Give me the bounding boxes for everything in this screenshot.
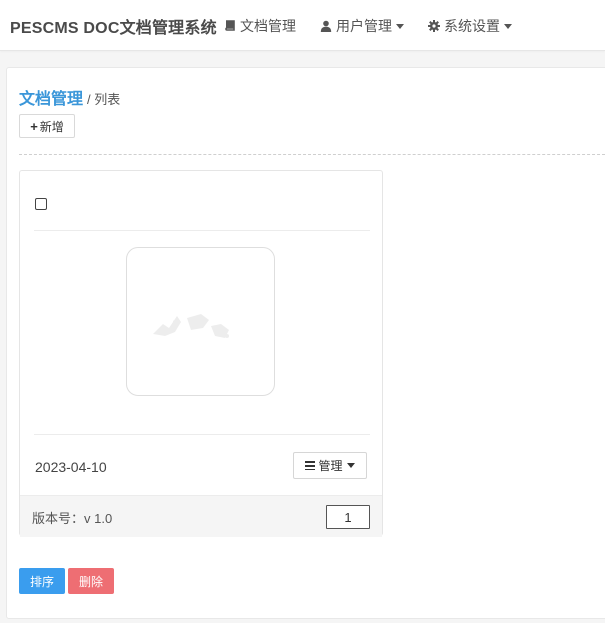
delete-button[interactable]: 删除 [68, 568, 114, 594]
gear-icon [428, 20, 440, 32]
caret-down-icon [396, 24, 404, 29]
add-button-label: 新增 [39, 119, 64, 134]
book-icon [225, 20, 235, 31]
top-navbar: PESCMS DOC文档管理系统 文档管理 用户管理 系统设置 [0, 0, 605, 51]
nav-item-label: 系统设置 [444, 18, 500, 34]
sort-button[interactable]: 排序 [19, 568, 65, 594]
version-label: 版本号：v 1.0 [32, 511, 113, 526]
user-icon [320, 20, 332, 32]
nav-item-users[interactable]: 用户管理 [320, 16, 404, 36]
document-thumbnail[interactable] [126, 247, 275, 396]
plus-icon: + [30, 118, 38, 134]
thumbnail-image [153, 314, 229, 338]
breadcrumb-current: / 列表 [87, 92, 121, 107]
manage-button-label: 管理 [318, 459, 343, 473]
document-date: 2023-04-10 [35, 459, 107, 475]
card-divider [34, 434, 370, 435]
manage-dropdown-button[interactable]: 管理 [293, 452, 367, 479]
breadcrumb-main-link[interactable]: 文档管理 [19, 91, 83, 108]
card-divider [34, 230, 370, 231]
card-footer: 版本号：v 1.0 [20, 495, 382, 537]
menu-icon [305, 461, 316, 470]
divider [19, 154, 605, 155]
nav-item-documents[interactable]: 文档管理 [224, 16, 296, 36]
select-checkbox[interactable] [35, 198, 47, 210]
nav-item-label: 文档管理 [240, 18, 296, 34]
nav-item-label: 用户管理 [336, 18, 392, 34]
add-button[interactable]: + 新增 [19, 114, 75, 138]
sort-order-input[interactable] [326, 505, 370, 529]
brand-title[interactable]: PESCMS DOC文档管理系统 [10, 14, 217, 38]
document-card: 2023-04-10 管理 版本号：v 1.0 [19, 170, 383, 537]
breadcrumb: 文档管理 / 列表 [19, 85, 120, 109]
caret-down-icon [346, 463, 355, 468]
nav-item-settings[interactable]: 系统设置 [428, 16, 512, 36]
caret-down-icon [504, 24, 512, 29]
